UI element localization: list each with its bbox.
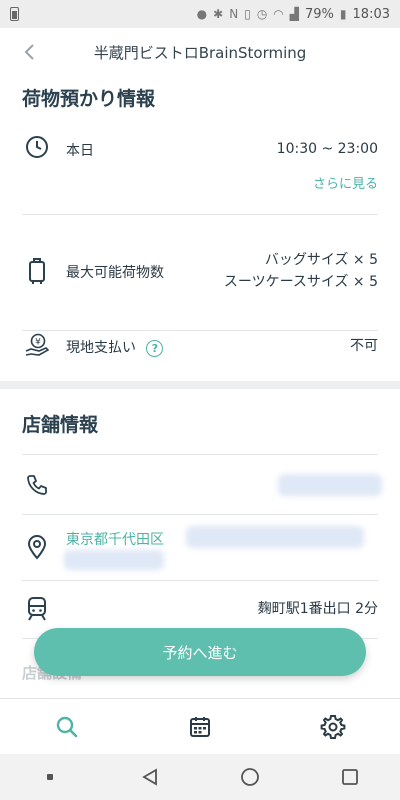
battery-percent: 79% bbox=[305, 6, 334, 22]
clock-time: 18:03 bbox=[352, 6, 390, 22]
circle-home-icon bbox=[241, 768, 259, 786]
phone-number-redacted[interactable] bbox=[278, 474, 382, 496]
chevron-left-icon bbox=[24, 44, 34, 60]
system-nav-bar bbox=[0, 754, 400, 800]
station-value: 麹町駅1番出口 2分 bbox=[257, 601, 378, 617]
train-icon bbox=[24, 596, 50, 622]
nfc-icon: N bbox=[229, 7, 239, 21]
bag-size-value: バッグサイズ × 5 bbox=[264, 252, 378, 268]
divider bbox=[22, 454, 378, 455]
help-icon[interactable]: ? bbox=[146, 339, 164, 357]
divider bbox=[22, 514, 378, 515]
battery-icon: ▮ bbox=[339, 7, 347, 21]
calendar-icon bbox=[189, 716, 210, 737]
divider bbox=[22, 214, 378, 215]
back-button[interactable] bbox=[16, 38, 44, 66]
wifi-icon: ◠ bbox=[273, 7, 284, 21]
svg-text:¥: ¥ bbox=[35, 338, 41, 348]
address-link[interactable]: 東京都千代田区 bbox=[66, 529, 164, 549]
nav-back-button[interactable] bbox=[130, 757, 170, 797]
onsite-payment-text: 現地支払い bbox=[66, 340, 136, 356]
address-redacted bbox=[186, 526, 364, 548]
status-bar: ● ✱ N ▯ ◷ ◠ ▟ 79% ▮ 18:03 bbox=[0, 0, 400, 28]
suitcase-size-value: スーツケースサイズ × 5 bbox=[223, 274, 378, 290]
capacity-label: 最大可能荷物数 bbox=[66, 265, 164, 281]
divider bbox=[22, 330, 378, 331]
nav-recents-button[interactable] bbox=[330, 757, 370, 797]
alarm-icon: ◷ bbox=[256, 7, 268, 21]
address-redacted-line2 bbox=[64, 550, 164, 570]
clock-icon bbox=[24, 134, 50, 160]
hours-label: 本日 bbox=[66, 143, 94, 159]
proceed-to-booking-button[interactable]: 予約へ進む bbox=[34, 628, 366, 676]
scroll-content[interactable]: 荷物預かり情報 本日 10:30 ~ 23:00 さらに見る 最大可能荷物数 バ… bbox=[0, 76, 400, 698]
search-icon bbox=[56, 716, 77, 737]
bluetooth-icon: ✱ bbox=[213, 7, 224, 21]
page-title: 半蔵門ビストロBrainStorming bbox=[93, 43, 307, 62]
app-header: 半蔵門ビストロBrainStorming bbox=[0, 28, 400, 76]
onsite-payment-label: 現地支払い ? bbox=[66, 337, 164, 357]
suitcase-icon bbox=[24, 258, 50, 284]
tab-search[interactable] bbox=[0, 699, 133, 754]
dot-icon bbox=[47, 774, 53, 780]
location-icon: ● bbox=[196, 7, 208, 21]
signal-icon: ▟ bbox=[289, 7, 300, 21]
hours-value: 10:30 ~ 23:00 bbox=[276, 141, 378, 157]
section-divider bbox=[0, 381, 400, 389]
square-recents-icon bbox=[342, 769, 358, 785]
triangle-back-icon bbox=[142, 768, 157, 786]
vibrate-icon: ▯ bbox=[244, 7, 251, 21]
phone-icon bbox=[24, 472, 50, 498]
luggage-section-title: 荷物預かり情報 bbox=[22, 88, 156, 110]
see-more-link[interactable]: さらに見る bbox=[313, 174, 378, 195]
onsite-payment-value: 不可 bbox=[350, 338, 378, 354]
nav-dot-button[interactable] bbox=[30, 757, 70, 797]
store-section-title: 店舗情報 bbox=[22, 414, 99, 436]
divider bbox=[22, 580, 378, 581]
yen-hand-icon: ¥ bbox=[24, 332, 50, 358]
bottom-tab-bar bbox=[0, 698, 400, 754]
battery-saver-icon bbox=[10, 7, 19, 21]
tab-calendar[interactable] bbox=[133, 699, 266, 754]
nav-home-button[interactable] bbox=[230, 757, 270, 797]
gear-icon bbox=[320, 714, 346, 739]
map-pin-icon bbox=[24, 534, 50, 560]
tab-settings[interactable] bbox=[267, 699, 400, 754]
